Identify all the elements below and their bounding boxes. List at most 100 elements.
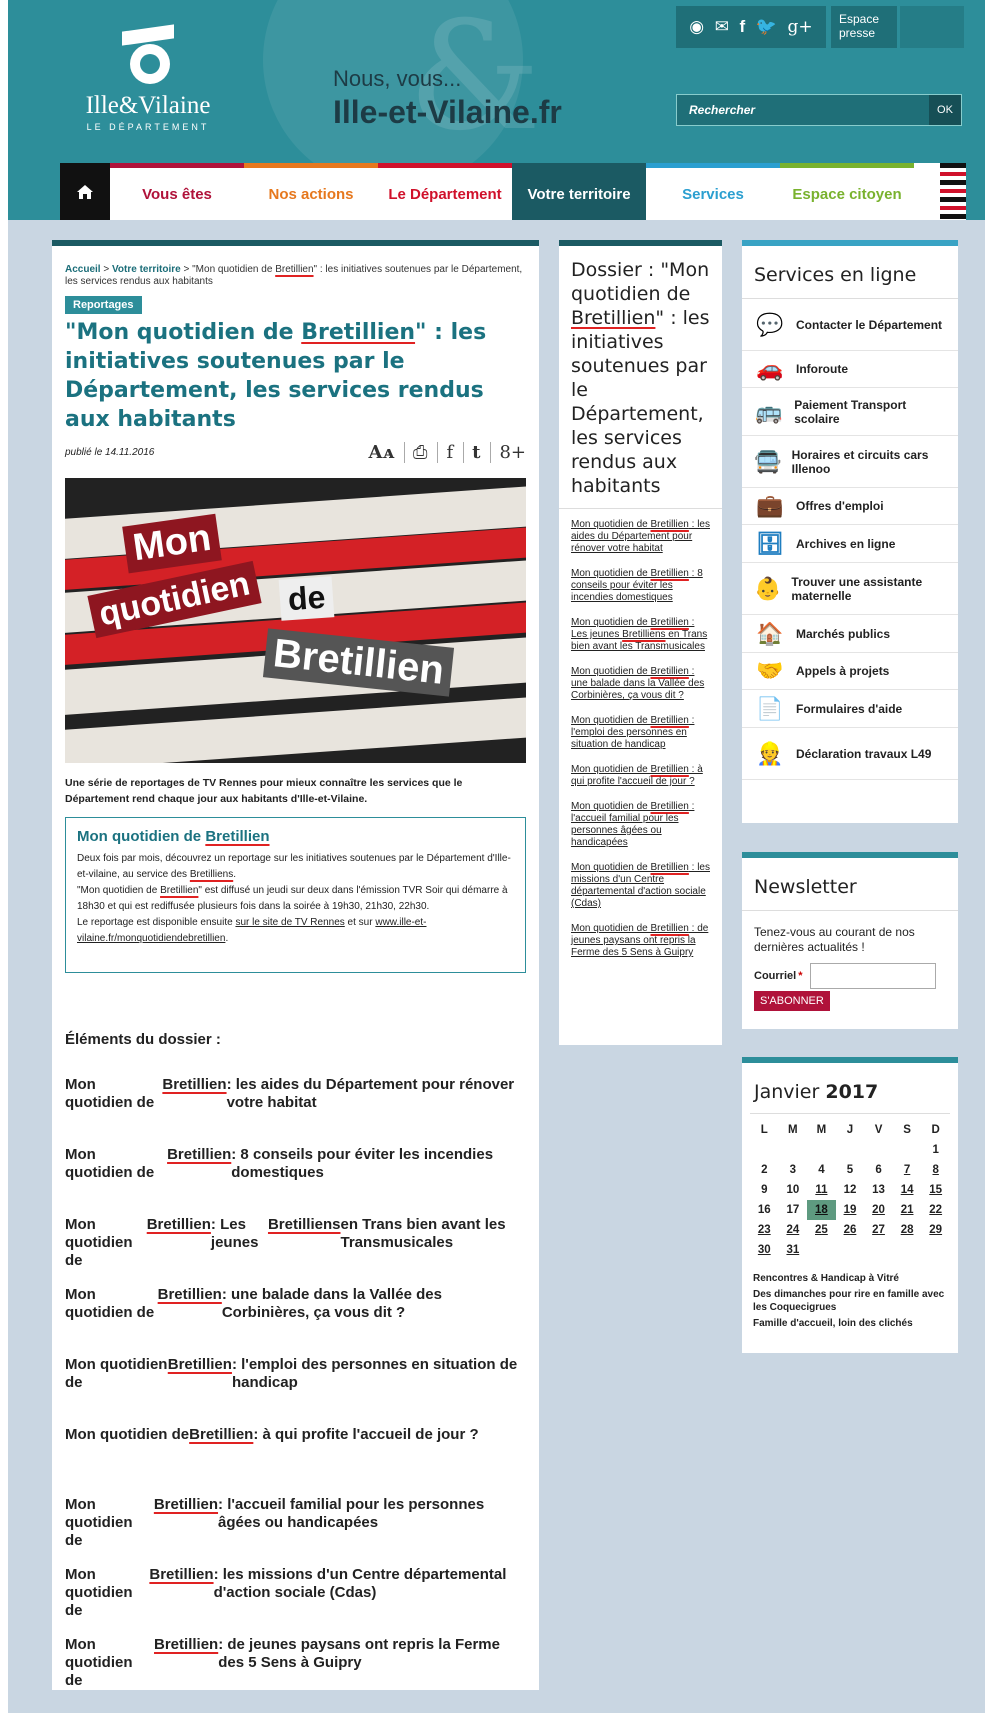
dossier-element-link[interactable]: Mon quotidien de Bretillien : l'emploi d… — [65, 1356, 526, 1426]
calendar-day[interactable]: 19 — [836, 1200, 865, 1220]
twitter-share-icon[interactable]: t — [463, 441, 480, 463]
search-input[interactable] — [677, 95, 929, 125]
service-link[interactable]: 🏠 Marchés publics — [742, 615, 958, 653]
service-link[interactable]: 👶 Trouver une assistante maternelle — [742, 563, 958, 615]
calendar-day[interactable]: 27 — [864, 1220, 893, 1240]
dossier-element-link[interactable]: Mon quotidien de Bretillien : les aides … — [65, 1076, 526, 1146]
dossier-link[interactable]: Mon quotidien de Bretillien : à qui prof… — [571, 764, 710, 788]
calendar-day[interactable]: 20 — [864, 1200, 893, 1220]
facebook-icon[interactable]: f — [740, 17, 746, 37]
calendar-day[interactable]: 8 — [921, 1160, 950, 1180]
calendar-day[interactable]: 25 — [807, 1220, 836, 1240]
calendar-day[interactable]: 24 — [779, 1220, 808, 1240]
home-button[interactable] — [60, 163, 110, 220]
dossier-link[interactable]: Mon quotidien de Bretillien : 8 conseils… — [571, 568, 710, 604]
calendar-day[interactable]: 14 — [893, 1180, 922, 1200]
mail-icon[interactable]: ✉ — [715, 17, 729, 37]
text-size-icon[interactable]: Aᴀ — [361, 442, 395, 463]
info-box-title: Mon quotidien de Bretillien — [77, 828, 270, 845]
dossier-link[interactable]: Mon quotidien de Bretillien : de jeunes … — [571, 923, 710, 959]
site-logo[interactable]: Ille&Vilaine LE DÉPARTEMENT — [63, 24, 233, 132]
logo-mark-icon — [116, 24, 180, 88]
print-icon[interactable]: ⎙ — [404, 441, 427, 463]
calendar-day[interactable]: 23 — [750, 1220, 779, 1240]
rss-icon[interactable]: ◉ — [689, 17, 704, 37]
dossier-link[interactable]: Mon quotidien de Bretillien : les missio… — [571, 862, 710, 910]
calendar-day[interactable]: 21 — [893, 1200, 922, 1220]
newsletter-text: Tenez-vous au courant de nos dernières a… — [754, 925, 915, 954]
service-link[interactable]: 📄 Formulaires d'aide — [742, 690, 958, 728]
calendar-day[interactable]: 29 — [921, 1220, 950, 1240]
service-link[interactable]: 🤝 Appels à projets — [742, 653, 958, 690]
dossier-link[interactable]: Mon quotidien de Bretillien : l'emploi d… — [571, 715, 710, 751]
dossier-element-link[interactable]: Mon quotidien de Bretillien : les missio… — [65, 1566, 526, 1636]
service-link[interactable]: 💼 Offres d'emploi — [742, 488, 958, 525]
dossier-link[interactable]: Mon quotidien de Bretillien : Les jeunes… — [571, 617, 710, 653]
newsletter-box: Newsletter Tenez-vous au courant de nos … — [742, 852, 958, 1029]
calendar-day[interactable]: 28 — [893, 1220, 922, 1240]
calendar-day[interactable]: 11 — [807, 1180, 836, 1200]
worker-icon: 👷 — [756, 740, 784, 766]
weekday-header: M — [816, 1124, 827, 1136]
calendar-day[interactable]: 7 — [893, 1160, 922, 1180]
publication-date: publié le 14.11.2016 — [65, 446, 155, 458]
dossier-element-link[interactable]: Mon quotidien de Bretillien : de jeunes … — [65, 1636, 526, 1706]
dossier-link[interactable]: Mon quotidien de Bretillien : les aides … — [571, 519, 710, 555]
subscribe-button[interactable]: S'abonner — [754, 991, 830, 1011]
newsletter-row: Courriel * — [742, 963, 958, 989]
nav-item[interactable]: Services — [646, 163, 780, 220]
category-badge[interactable]: Reportages — [65, 296, 142, 314]
calendar-day[interactable]: 22 — [921, 1200, 950, 1220]
calendar-day[interactable]: 31 — [779, 1240, 808, 1260]
facebook-share-icon[interactable]: f — [437, 441, 453, 463]
service-label: Formulaires d'aide — [796, 701, 903, 716]
nav-item[interactable]: Nos actions — [244, 163, 378, 220]
calendar-day[interactable]: 26 — [836, 1220, 865, 1240]
service-link[interactable]: 🗄 Archives en ligne — [742, 525, 958, 563]
calendar-day[interactable]: 30 — [750, 1240, 779, 1260]
weekday-header: L — [760, 1124, 768, 1136]
calendar-events: Rencontres & Handicap à Vitré Des dimanch… — [750, 1272, 950, 1330]
google-plus-icon[interactable]: g+ — [788, 17, 813, 37]
logo-name: Ille&Vilaine — [85, 92, 211, 119]
google-plus-share-icon[interactable]: 8+ — [490, 441, 526, 463]
twitter-icon[interactable]: 🐦 — [756, 17, 777, 37]
nav-item[interactable]: Vous êtes — [110, 163, 244, 220]
site-header: & Ille&Vilaine LE DÉPARTEMENT Nous, vous… — [8, 0, 985, 220]
dossier-link[interactable]: Mon quotidien de Bretillien : une balade… — [571, 666, 710, 702]
left-edge — [0, 0, 8, 1713]
service-link[interactable]: 👷 Déclaration travaux L49 — [742, 728, 958, 780]
dossier-link[interactable]: Mon quotidien de Bretillien : l'accueil … — [571, 801, 710, 849]
bus-icon: 🚌 — [755, 398, 783, 424]
dossier-element-link[interactable]: Mon quotidien de Bretillien : une balade… — [65, 1286, 526, 1356]
dossier-element-link[interactable]: Mon quotidien de Bretillien : 8 conseils… — [65, 1146, 526, 1216]
email-field[interactable] — [810, 963, 937, 989]
calendar-event-link[interactable]: Famille d'accueil, loin des clichés — [753, 1317, 947, 1330]
service-link[interactable]: 💬 Contacter le Département — [742, 299, 958, 351]
service-label: Inforoute — [796, 362, 848, 376]
dossier-element-link[interactable]: Mon quotidien de Bretillien : à qui prof… — [65, 1426, 526, 1496]
service-label: Appels à projets — [796, 664, 890, 678]
calendar-day[interactable]: 15 — [921, 1180, 950, 1200]
elements-heading: Éléments du dossier : — [65, 1031, 221, 1048]
tv-rennes-link[interactable]: sur le site de TV Rennes — [235, 917, 344, 928]
calendar-day[interactable]: 18 — [807, 1200, 836, 1220]
search-submit-button[interactable]: OK — [929, 95, 961, 125]
service-link[interactable]: 🚗 Inforoute — [742, 351, 958, 388]
info-box-text: Le reportage est disponible ensuite — [77, 917, 236, 928]
nav-item[interactable]: Espace citoyen — [780, 163, 914, 220]
press-link[interactable]: Espace presse — [831, 6, 897, 48]
calendar-day: 1 — [932, 1144, 939, 1156]
dossier-element-link[interactable]: Mon quotidien de Bretillien : Les jeunes… — [65, 1216, 526, 1286]
nav-stripes-decoration — [940, 163, 966, 220]
nav-item[interactable]: Votre territoire — [512, 163, 646, 220]
dossier-element-link[interactable]: Mon quotidien de Bretillien : l'accueil … — [65, 1496, 526, 1566]
nav-item[interactable]: Le Département — [378, 163, 512, 220]
breadcrumb-section[interactable]: Votre territoire — [112, 264, 181, 275]
service-link[interactable]: 🚍 Horaires et circuits cars Illenoo — [742, 436, 958, 488]
header-extra-tile — [900, 6, 964, 48]
service-link[interactable]: 🚌 Paiement Transport scolaire — [742, 388, 958, 436]
calendar-event-link[interactable]: Des dimanches pour rire en famille avec … — [753, 1288, 947, 1314]
breadcrumb-home[interactable]: Accueil — [65, 264, 101, 275]
calendar-event-link[interactable]: Rencontres & Handicap à Vitré — [753, 1272, 947, 1285]
